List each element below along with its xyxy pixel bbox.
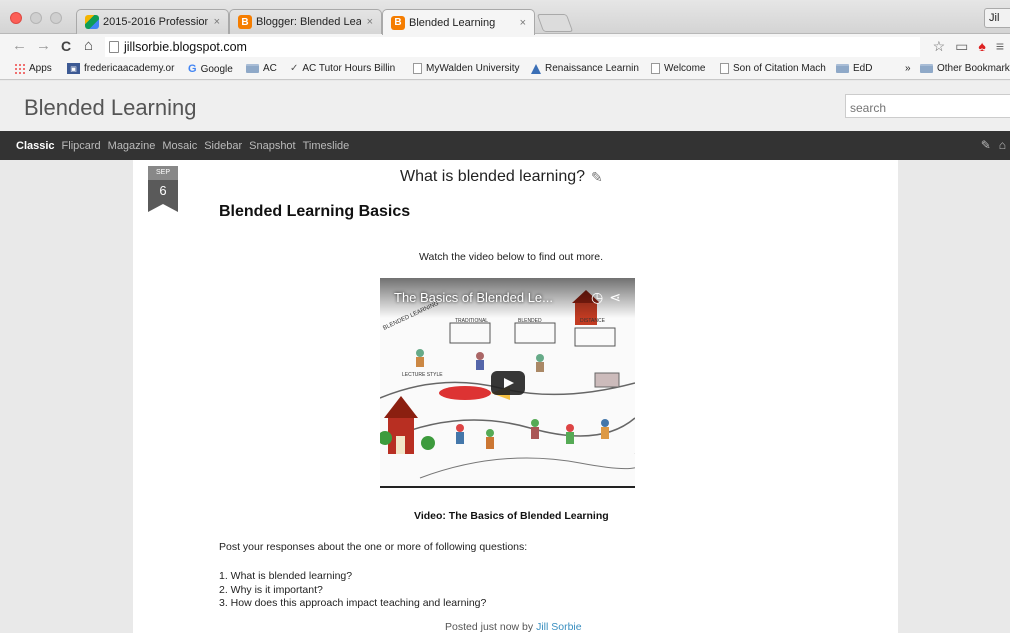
bookmark-star-icon[interactable]: ☆ [933, 38, 946, 55]
tab-professional-learning[interactable]: 2015-2016 Professional Le × [76, 9, 229, 34]
blog-title[interactable]: Blended Learning [24, 95, 196, 121]
view-flipcard[interactable]: Flipcard [62, 140, 101, 152]
watch-later-clock-icon[interactable]: ◷ [591, 289, 603, 306]
view-classic[interactable]: Classic [16, 140, 55, 152]
page-icon [651, 63, 660, 74]
video-label-lecture-style: LECTURE STYLE [402, 372, 443, 378]
home-icon[interactable]: ⌂ [84, 38, 93, 54]
response-prompt: Post your responses about the one or mor… [219, 541, 528, 553]
date-day: 6 [148, 180, 178, 204]
intro-text: Watch the video below to find out more. [419, 251, 604, 263]
browser-tab-strip: 2015-2016 Professional Le × B Blogger: B… [0, 0, 1010, 35]
video-label-blended: BLENDED [518, 318, 542, 324]
video-label-traditional: TRADITIONAL [455, 318, 488, 324]
bookmark-fredericaacademy[interactable]: ▣ fredericaacademy.or [67, 63, 180, 74]
bookmark-welcome[interactable]: Welcome [651, 63, 706, 74]
bookmark-apps[interactable]: Apps [14, 63, 52, 74]
apps-grid-icon [14, 63, 25, 74]
checkmark-icon: ✓ [290, 63, 299, 74]
bookmarks-bar: Apps ▣ fredericaacademy.or G Google AC ✓… [0, 60, 1010, 80]
site-icon: ▣ [67, 63, 80, 74]
list-item: 1. What is blended learning? [219, 570, 353, 582]
edit-pencil-icon[interactable]: ✎ [981, 138, 991, 152]
share-icon[interactable]: ⋖ [609, 289, 621, 306]
bookmarks-overflow-button[interactable]: » [905, 63, 911, 74]
browser-extension-icons: ☆ ▭ ♠ ≡ [933, 38, 1004, 55]
close-icon[interactable]: × [361, 16, 373, 28]
view-timeslide[interactable]: Timeslide [303, 140, 350, 152]
blogger-icon: B [238, 15, 252, 29]
address-toolbar: ← → C ⌂ jillsorbie.blogspot.com ☆ ▭ ♠ ≡ [0, 34, 1010, 60]
blogger-icon: B [391, 15, 405, 30]
page-icon [720, 63, 729, 74]
window-controls [10, 12, 62, 24]
back-arrow-icon[interactable]: ← [12, 38, 27, 54]
view-mosaic[interactable]: Mosaic [162, 140, 197, 152]
video-actions: ◷ ⋖ [591, 289, 621, 306]
date-badge: SEP 6 [148, 166, 178, 212]
bookmark-google[interactable]: G Google [188, 63, 233, 75]
google-icon: G [188, 63, 197, 75]
bookmark-ac[interactable]: AC [246, 63, 277, 74]
tab-blogger-blended-learning[interactable]: B Blogger: Blended Learning × [229, 9, 382, 34]
post-title[interactable]: What is blended learning? [400, 168, 585, 186]
list-item: 3. How does this approach impact teachin… [219, 597, 487, 609]
zoom-window-button[interactable] [50, 12, 62, 24]
renaissance-icon [531, 63, 541, 74]
byline-prefix: Posted just now by [445, 621, 537, 633]
folder-icon [920, 64, 933, 73]
menu-icon[interactable]: ≡ [996, 38, 1004, 55]
question-list: 1. What is blended learning? 2. Why is i… [219, 570, 486, 611]
list-item: 2. Why is it important? [219, 583, 323, 596]
page-icon [413, 63, 422, 74]
folder-icon [246, 64, 259, 73]
edit-pencil-icon[interactable]: ✎ [591, 169, 603, 186]
play-button[interactable] [491, 371, 525, 395]
youtube-video-embed[interactable]: TRADITIONAL BLENDED DISTANCE LECTURE STY… [380, 278, 635, 488]
profile-button[interactable]: Jil [984, 8, 1010, 28]
date-ribbon-tail [148, 204, 178, 212]
reload-icon[interactable]: C [61, 38, 71, 54]
forward-arrow-icon[interactable]: → [36, 38, 51, 54]
blog-tools: ✎ ⌂ [981, 138, 1006, 152]
author-link[interactable]: Jill Sorbie [536, 621, 582, 633]
page-icon [109, 41, 119, 53]
blog-header: Blended Learning [0, 81, 1010, 131]
video-caption: Video: The Basics of Blended Learning [414, 510, 609, 522]
new-tab-button[interactable] [536, 14, 574, 32]
extension-icon[interactable]: ♠ [978, 38, 985, 55]
bookmark-other[interactable]: Other Bookmarks [920, 63, 1010, 74]
bookmark-ac-tutor-hours[interactable]: ✓ AC Tutor Hours Billin [290, 63, 399, 74]
tab-blended-learning[interactable]: B Blended Learning × [382, 9, 535, 35]
bookmark-mywalden[interactable]: MyWalden University [413, 63, 525, 74]
url-field[interactable]: jillsorbie.blogspot.com [105, 37, 920, 57]
date-month: SEP [148, 166, 178, 180]
close-icon[interactable]: × [208, 16, 220, 28]
home-icon[interactable]: ⌂ [999, 138, 1006, 152]
folder-icon [836, 64, 849, 73]
close-icon[interactable]: × [514, 17, 526, 29]
cast-icon[interactable]: ▭ [955, 38, 968, 55]
video-label-distance: DISTANCE [580, 318, 606, 324]
url-text: jillsorbie.blogspot.com [124, 40, 247, 54]
post-subheading: Blended Learning Basics [219, 203, 411, 220]
video-title[interactable]: The Basics of Blended Le... [394, 290, 553, 305]
view-magazine[interactable]: Magazine [108, 140, 156, 152]
search-input[interactable] [845, 94, 1010, 118]
bookmark-edd[interactable]: EdD [836, 63, 872, 74]
bookmark-renaissance[interactable]: Renaissance Learnin [531, 63, 644, 74]
minimize-window-button[interactable] [30, 12, 42, 24]
google-drive-icon [85, 15, 99, 29]
bookmark-citation-machine[interactable]: Son of Citation Mach [720, 63, 832, 74]
close-window-button[interactable] [10, 12, 22, 24]
view-sidebar[interactable]: Sidebar [204, 140, 242, 152]
view-switcher: Classic Flipcard Magazine Mosaic Sidebar… [0, 131, 1010, 160]
post-title-row: What is blended learning? ✎ [400, 168, 603, 186]
view-snapshot[interactable]: Snapshot [249, 140, 295, 152]
post-byline: Posted just now by Jill Sorbie [445, 621, 582, 633]
